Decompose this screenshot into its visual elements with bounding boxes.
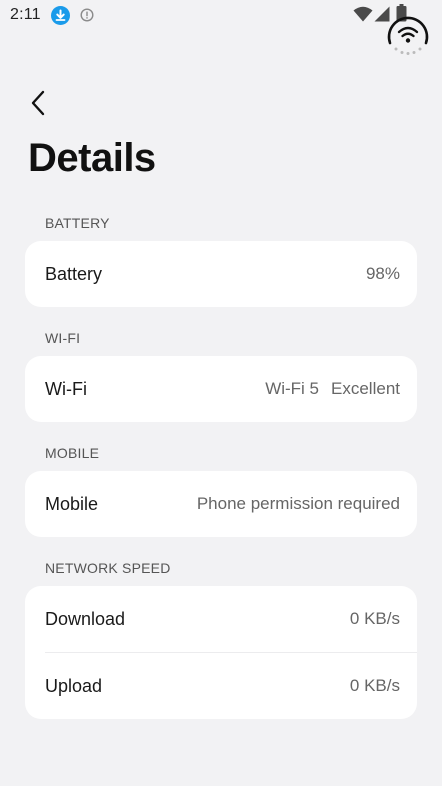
status-bar: 2:11	[0, 0, 442, 32]
download-row[interactable]: Download 0 KB/s	[25, 586, 417, 652]
details-screen: 2:11 Details BATTERY Battery 98% WI-FI W…	[0, 0, 442, 786]
battery-value: 98%	[365, 264, 400, 283]
page-title: Details	[28, 136, 156, 180]
wifi-icon	[353, 6, 373, 22]
status-time: 2:11	[10, 6, 41, 23]
wifi-label: Wi-Fi	[45, 378, 87, 399]
back-button[interactable]	[24, 88, 52, 118]
section-header-network-speed: NETWORK SPEED	[45, 560, 171, 576]
download-label: Download	[45, 608, 126, 629]
battery-row[interactable]: Battery 98%	[25, 241, 417, 307]
wifi-value: Wi-Fi 5 Excellent	[265, 379, 400, 399]
download-value: 0 KB/s	[349, 609, 400, 628]
back-arrow-icon	[31, 90, 45, 116]
upload-label: Upload	[45, 675, 103, 696]
mobile-value: Phone permission required	[196, 494, 400, 513]
mobile-label: Mobile	[45, 493, 99, 514]
section-header-mobile: MOBILE	[45, 445, 100, 461]
floating-wifi-icon[interactable]	[385, 13, 431, 57]
section-header-wifi: WI-FI	[45, 330, 81, 346]
upload-row[interactable]: Upload 0 KB/s	[25, 653, 417, 719]
wifi-row[interactable]: Wi-Fi Wi-Fi 5 Excellent	[25, 356, 417, 422]
mobile-card: Mobile Phone permission required	[25, 471, 417, 537]
mobile-row[interactable]: Mobile Phone permission required	[25, 471, 417, 537]
network-speed-card: Download 0 KB/s Upload 0 KB/s	[25, 586, 417, 719]
battery-card: Battery 98%	[25, 241, 417, 307]
section-header-battery: BATTERY	[45, 215, 110, 231]
battery-label: Battery	[45, 263, 103, 284]
wifi-standard: Wi-Fi 5	[265, 379, 320, 398]
wifi-card: Wi-Fi Wi-Fi 5 Excellent	[25, 356, 417, 422]
wifi-quality: Excellent	[331, 379, 400, 398]
download-icon	[51, 6, 70, 25]
info-icon	[80, 8, 94, 22]
upload-value: 0 KB/s	[349, 676, 400, 695]
